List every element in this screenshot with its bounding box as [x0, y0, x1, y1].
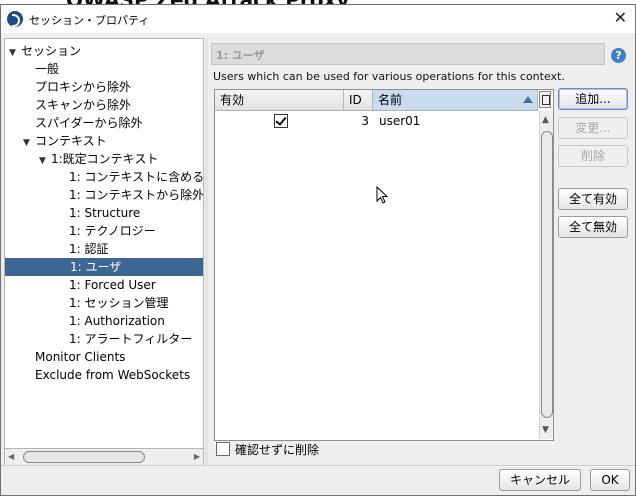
- tree-item[interactable]: 一般: [35, 60, 59, 78]
- tree-item-label: 1:既定コンテキスト: [51, 152, 159, 166]
- tree-item[interactable]: 1: アラートフィルター: [69, 330, 192, 348]
- tree-item-label: 1: ユーザ: [70, 260, 122, 274]
- tree-item-label: 1: Forced User: [69, 278, 156, 292]
- tree-item-label: 1: Authorization: [69, 314, 165, 328]
- tree-item-label: 1: アラートフィルター: [69, 332, 193, 346]
- column-selector-icon[interactable]: [539, 91, 551, 108]
- tree-item-label: スパイダーから除外: [35, 116, 143, 130]
- sort-ascending-icon: [523, 96, 533, 103]
- tree-item[interactable]: 1: セッション管理: [69, 294, 169, 312]
- tree-item-label: 1: セッション管理: [69, 296, 169, 310]
- tree-item[interactable]: ▼ 1:既定コンテキスト: [39, 150, 158, 168]
- column-id-label: ID: [349, 93, 362, 107]
- disable-all-button[interactable]: 全て無効: [558, 216, 628, 238]
- tree-item[interactable]: 1: Forced User: [69, 276, 156, 294]
- title-bar: セッション・プロパティ ✕: [1, 5, 635, 33]
- table-vertical-scrollbar[interactable]: ▲ ▼: [539, 111, 553, 439]
- vertical-scroll-thumb[interactable]: [541, 131, 553, 418]
- panel-description: Users which can be used for various oper…: [213, 70, 565, 83]
- row-enabled-checkbox[interactable]: [274, 114, 288, 128]
- scroll-up-icon[interactable]: ▲: [542, 115, 549, 125]
- panel-header: 1: ユーザ: [211, 43, 605, 65]
- expand-toggle-icon[interactable]: ▼: [9, 44, 21, 62]
- mouse-pointer-icon: [376, 186, 389, 204]
- tree-item-label: 1: コンテキストに含める: [69, 170, 204, 184]
- tree-item[interactable]: スパイダーから除外: [35, 114, 143, 132]
- tree-item-label: 1: テクノロジー: [69, 224, 156, 238]
- row-id: 3: [361, 114, 369, 128]
- remove-without-confirm-checkbox[interactable]: [216, 442, 230, 456]
- tree-item[interactable]: 1: 認証: [69, 240, 109, 258]
- tree-item[interactable]: 1: ユーザ: [5, 258, 203, 276]
- window-title: セッション・プロパティ: [29, 14, 150, 27]
- tree-item[interactable]: Monitor Clients: [35, 348, 125, 366]
- session-tree: ▼ セッション 一般 プロキシから除外 スキャンから除外 スパイダーから除外 ▼ コンテキスト…: [4, 38, 204, 449]
- tree-item-label: Exclude from WebSockets: [35, 368, 191, 382]
- tree-item-label: 1: Structure: [69, 206, 141, 220]
- row-name: user01: [379, 114, 421, 128]
- cancel-button[interactable]: キャンセル: [499, 469, 581, 491]
- session-properties-dialog: セッション・プロパティ ✕ ▼ セッション 一般 プロキシから除外 スキャンから除外 スパ…: [0, 4, 636, 496]
- tree-item-label: スキャンから除外: [35, 98, 132, 112]
- tree-item-label: セッション: [21, 44, 82, 58]
- tree-item[interactable]: ▼ セッション: [9, 42, 81, 60]
- column-enabled-label: 有効: [220, 93, 245, 107]
- scroll-down-icon[interactable]: ▼: [542, 425, 549, 435]
- scroll-left-icon[interactable]: ◀: [8, 452, 14, 461]
- remove-button[interactable]: 削除: [558, 145, 628, 167]
- tree-item[interactable]: プロキシから除外: [35, 78, 131, 96]
- expand-toggle-icon[interactable]: ▼: [23, 134, 35, 152]
- tree-item-label: 一般: [35, 62, 60, 76]
- tree-item[interactable]: 1: コンテキストに含める: [69, 168, 204, 186]
- modify-button[interactable]: 変更...: [558, 117, 628, 139]
- users-table: 有効 ID 名前 3 user01 ▲ ▼: [214, 89, 554, 441]
- expand-toggle-icon[interactable]: ▼: [39, 152, 51, 170]
- enable-all-button[interactable]: 全て有効: [558, 188, 628, 210]
- help-icon[interactable]: ?: [611, 48, 626, 63]
- bottom-separator: [1, 465, 635, 466]
- tree-item-label: Monitor Clients: [35, 350, 126, 364]
- close-icon[interactable]: ✕: [614, 8, 627, 27]
- tree-item[interactable]: 1: コンテキストから除外: [69, 186, 204, 204]
- tree-item[interactable]: Exclude from WebSockets: [35, 366, 190, 384]
- tree-item-label: コンテキスト: [35, 134, 107, 148]
- tree-item[interactable]: 1: Authorization: [69, 312, 165, 330]
- remove-without-confirm-label[interactable]: 確認せずに削除: [235, 441, 319, 458]
- tree-item-label: 1: コンテキストから除外: [69, 188, 204, 202]
- tree-horizontal-scrollbar[interactable]: ◀ ▶: [4, 448, 204, 466]
- panel-splitter[interactable]: [205, 38, 208, 466]
- tree-item[interactable]: ▼ コンテキスト: [23, 132, 107, 150]
- tree-item-label: プロキシから除外: [35, 80, 132, 94]
- table-header: 有効 ID 名前: [215, 90, 538, 111]
- tree-item-label: 1: 認証: [69, 242, 109, 256]
- scroll-thumb[interactable]: [23, 451, 145, 463]
- column-id[interactable]: ID: [344, 90, 373, 110]
- zap-logo-icon: [7, 11, 23, 27]
- tree-item[interactable]: 1: Structure: [69, 204, 140, 222]
- table-row[interactable]: 3 user01: [215, 112, 538, 130]
- panel-header-text: 1: ユーザ: [216, 49, 265, 62]
- column-name-label: 名前: [378, 93, 403, 107]
- scroll-right-icon[interactable]: ▶: [194, 452, 200, 461]
- add-button[interactable]: 追加...: [558, 88, 628, 110]
- tree-item[interactable]: 1: テクノロジー: [69, 222, 156, 240]
- ok-button[interactable]: OK: [590, 469, 630, 491]
- column-enabled[interactable]: 有効: [215, 90, 344, 110]
- column-name[interactable]: 名前: [373, 90, 538, 110]
- tree-item[interactable]: スキャンから除外: [35, 96, 131, 114]
